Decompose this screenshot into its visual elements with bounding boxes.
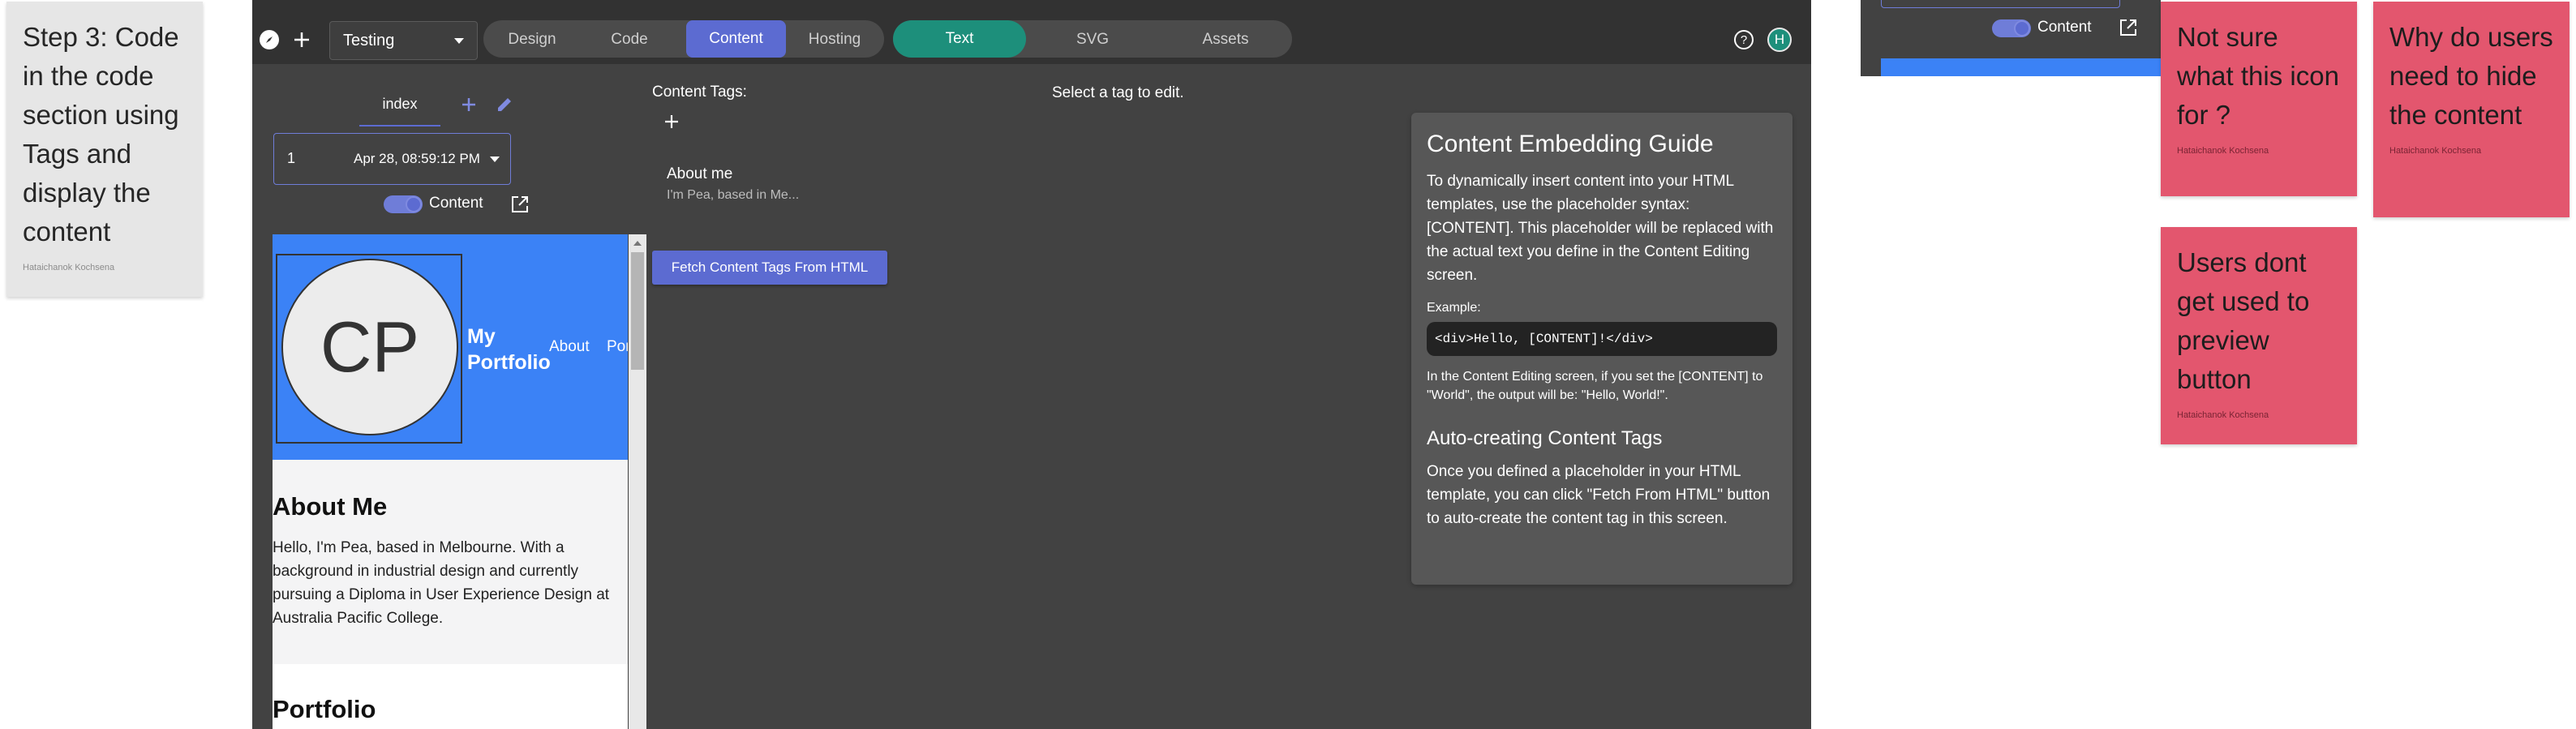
- toggle-knob: [406, 196, 422, 212]
- svg-text:?: ?: [1741, 33, 1747, 47]
- open-external-icon[interactable]: [2117, 16, 2140, 39]
- help-icon[interactable]: ?: [1733, 29, 1754, 50]
- frame-input-outline: [1881, 0, 2120, 8]
- add-icon[interactable]: [291, 29, 312, 50]
- top-toolbar: Testing Design Code Content Hosting Text…: [252, 0, 1811, 64]
- sticky-note-preview-button: Users dont get used to preview button Ha…: [2161, 227, 2357, 444]
- tag-preview: I'm Pea, based in Me...: [667, 188, 800, 202]
- chevron-down-icon: [490, 157, 500, 162]
- content-toggle[interactable]: [384, 195, 423, 213]
- sticky-note-author: Hataichanok Kochsena: [2177, 410, 2269, 420]
- add-tag-icon[interactable]: [662, 112, 681, 131]
- sticky-note-step3: Step 3: Code in the code section using T…: [6, 2, 203, 297]
- guide-auto-title: Auto-creating Content Tags: [1427, 427, 1663, 449]
- sticky-note-icon-question: Not sure what this icon for ? Hataichano…: [2161, 2, 2357, 196]
- preview-nav-about[interactable]: About: [549, 338, 590, 356]
- content-embedding-guide: Content Embedding Guide To dynamically i…: [1411, 113, 1792, 585]
- sticky-note-text: Not sure what this icon for ?: [2177, 22, 2339, 130]
- guide-example-label: Example:: [1427, 301, 1481, 315]
- version-date: Apr 28, 08:59:12 PM: [354, 151, 480, 166]
- guide-intro: To dynamically insert content into your …: [1427, 173, 1774, 284]
- tab-design[interactable]: Design: [483, 22, 581, 58]
- subtab-assets[interactable]: Assets: [1159, 22, 1292, 58]
- tab-code[interactable]: Code: [581, 22, 678, 58]
- user-avatar[interactable]: H: [1767, 28, 1792, 52]
- guide-auto-text: Once you defined a placeholder in your H…: [1427, 463, 1771, 527]
- project-name: Testing: [343, 31, 395, 49]
- page-tab-index[interactable]: index: [359, 96, 440, 127]
- tag-item-about-me[interactable]: About me I'm Pea, based in Me...: [667, 165, 829, 203]
- guide-example-note: In the Content Editing screen, if you se…: [1427, 370, 1763, 402]
- preview-header-strip: [1881, 58, 2161, 76]
- sticky-note-text: Users dont get used to preview button: [2177, 247, 2310, 394]
- sticky-note-author: Hataichanok Kochsena: [23, 263, 115, 272]
- about-text: Hello, I'm Pea, based in Melbourne. With…: [273, 539, 610, 627]
- project-select[interactable]: Testing: [329, 21, 478, 60]
- tab-content[interactable]: Content: [686, 20, 786, 58]
- sticky-note-hide-content: Why do users need to hide the content Ha…: [2373, 2, 2570, 217]
- about-title: About Me: [273, 492, 388, 521]
- tag-name: About me: [667, 165, 733, 182]
- website-preview[interactable]: CP My Portfolio About Portfolio About Me…: [273, 234, 628, 729]
- subtab-svg[interactable]: SVG: [1026, 22, 1159, 58]
- sticky-note-author: Hataichanok Kochsena: [2177, 146, 2269, 156]
- guide-example-code: <div>Hello, [CONTENT]!</div>: [1427, 322, 1777, 356]
- portfolio-title: Portfolio: [273, 695, 376, 723]
- content-toggle-label: Content: [2037, 19, 2092, 36]
- guide-title: Content Embedding Guide: [1427, 131, 1714, 157]
- scroll-up-icon[interactable]: [633, 241, 642, 246]
- version-number: 1: [287, 150, 296, 166]
- content-toggle-label: Content: [429, 195, 483, 212]
- tab-hosting[interactable]: Hosting: [786, 22, 883, 58]
- preview-header: CP My Portfolio About Portfolio: [273, 234, 628, 460]
- editor-hint: Select a tag to edit.: [1052, 84, 1184, 101]
- edit-pencil-icon[interactable]: [494, 94, 515, 115]
- chevron-down-icon: [454, 38, 464, 44]
- secondary-app-frame: Content: [1861, 0, 2161, 76]
- logo-circle: CP: [281, 259, 458, 435]
- preview-nav-portfolio[interactable]: Portfolio: [607, 338, 628, 356]
- fetch-tags-button[interactable]: Fetch Content Tags From HTML: [652, 251, 887, 285]
- sticky-note-text: Why do users need to hide the content: [2389, 22, 2553, 130]
- preview-scrollbar[interactable]: [629, 234, 646, 729]
- subtab-text[interactable]: Text: [893, 20, 1026, 58]
- sticky-note-author: Hataichanok Kochsena: [2389, 146, 2482, 156]
- content-tags-title: Content Tags:: [652, 84, 747, 101]
- open-external-icon[interactable]: [509, 193, 531, 216]
- add-page-icon[interactable]: [458, 94, 479, 115]
- preview-brand: My Portfolio: [467, 325, 551, 374]
- app-window: Testing Design Code Content Hosting Text…: [252, 0, 1811, 729]
- compass-icon[interactable]: [259, 29, 280, 50]
- content-toggle[interactable]: [1992, 19, 2031, 37]
- version-select[interactable]: 1 Apr 28, 08:59:12 PM: [273, 133, 511, 185]
- sticky-note-text: Step 3: Code in the code section using T…: [23, 22, 179, 247]
- scroll-thumb[interactable]: [631, 252, 644, 370]
- toggle-knob: [2014, 20, 2030, 36]
